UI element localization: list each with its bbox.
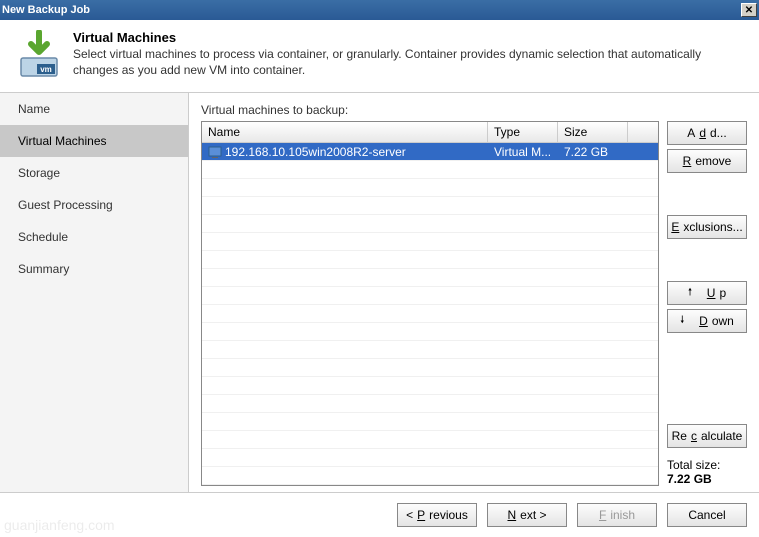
svg-text:vm: vm (40, 65, 52, 74)
header-title: Virtual Machines (73, 30, 744, 45)
table-row[interactable] (202, 431, 658, 449)
total-size-label: Total size: (667, 458, 747, 472)
recalculate-button[interactable]: Recalculate (667, 424, 747, 448)
table-row[interactable] (202, 269, 658, 287)
step-schedule[interactable]: Schedule (0, 221, 188, 253)
table-row[interactable] (202, 251, 658, 269)
table-row[interactable] (202, 215, 658, 233)
table-row[interactable] (202, 305, 658, 323)
cancel-button[interactable]: Cancel (667, 503, 747, 527)
next-button[interactable]: Next > (487, 503, 567, 527)
title-bar: New Backup Job ✕ (0, 0, 759, 20)
total-size: Total size: 7.22 GB (667, 458, 747, 486)
wizard-steps: Name Virtual Machines Storage Guest Proc… (0, 93, 189, 492)
header-description: Select virtual machines to process via c… (73, 47, 744, 78)
cell-size: 7.22 GB (558, 144, 628, 160)
step-storage[interactable]: Storage (0, 157, 188, 189)
table-header-row: Name Type Size (202, 122, 658, 143)
table-row[interactable] (202, 377, 658, 395)
vm-row-icon (208, 146, 222, 158)
remove-button[interactable]: Remove (667, 149, 747, 173)
table-row[interactable] (202, 179, 658, 197)
table-row[interactable] (202, 413, 658, 431)
table-row[interactable] (202, 161, 658, 179)
table-row[interactable] (202, 287, 658, 305)
table-row[interactable] (202, 395, 658, 413)
table-row[interactable] (202, 197, 658, 215)
total-size-value: 7.22 GB (667, 472, 747, 486)
exclusions-button[interactable]: Exclusions... (667, 215, 747, 239)
wizard-footer: < Previous Next > Finish Cancel (0, 492, 759, 537)
table-row[interactable] (202, 323, 658, 341)
table-row[interactable]: 192.168.10.105win2008R2-server Virtual M.… (202, 143, 658, 161)
vm-list-label: Virtual machines to backup: (201, 103, 747, 117)
table-row[interactable] (202, 341, 658, 359)
table-row[interactable] (202, 449, 658, 467)
finish-button: Finish (577, 503, 657, 527)
step-name[interactable]: Name (0, 93, 188, 125)
arrow-down-icon: 🠗 (680, 313, 684, 330)
col-header-type[interactable]: Type (488, 122, 558, 142)
col-header-name[interactable]: Name (202, 122, 488, 142)
table-row[interactable] (202, 467, 658, 485)
up-button[interactable]: 🠕 Up (667, 281, 747, 305)
table-row[interactable] (202, 233, 658, 251)
cell-type: Virtual M... (488, 144, 558, 160)
vm-table[interactable]: Name Type Size 192.168.10.105win2008R2-s… (201, 121, 659, 486)
col-header-size[interactable]: Size (558, 122, 628, 142)
cell-name: 192.168.10.105win2008R2-server (225, 145, 406, 159)
window-title: New Backup Job (2, 4, 90, 16)
wizard-header: vm Virtual Machines Select virtual machi… (0, 20, 759, 93)
step-summary[interactable]: Summary (0, 253, 188, 285)
table-row[interactable] (202, 359, 658, 377)
step-virtual-machines[interactable]: Virtual Machines (0, 125, 188, 157)
arrow-up-icon: 🠕 (688, 285, 692, 302)
step-guest-processing[interactable]: Guest Processing (0, 189, 188, 221)
down-button[interactable]: 🠗 Down (667, 309, 747, 333)
close-button[interactable]: ✕ (741, 3, 757, 17)
col-header-end (628, 122, 658, 142)
add-button[interactable]: Add... (667, 121, 747, 145)
vm-header-icon: vm (15, 30, 63, 78)
previous-button[interactable]: < Previous (397, 503, 477, 527)
